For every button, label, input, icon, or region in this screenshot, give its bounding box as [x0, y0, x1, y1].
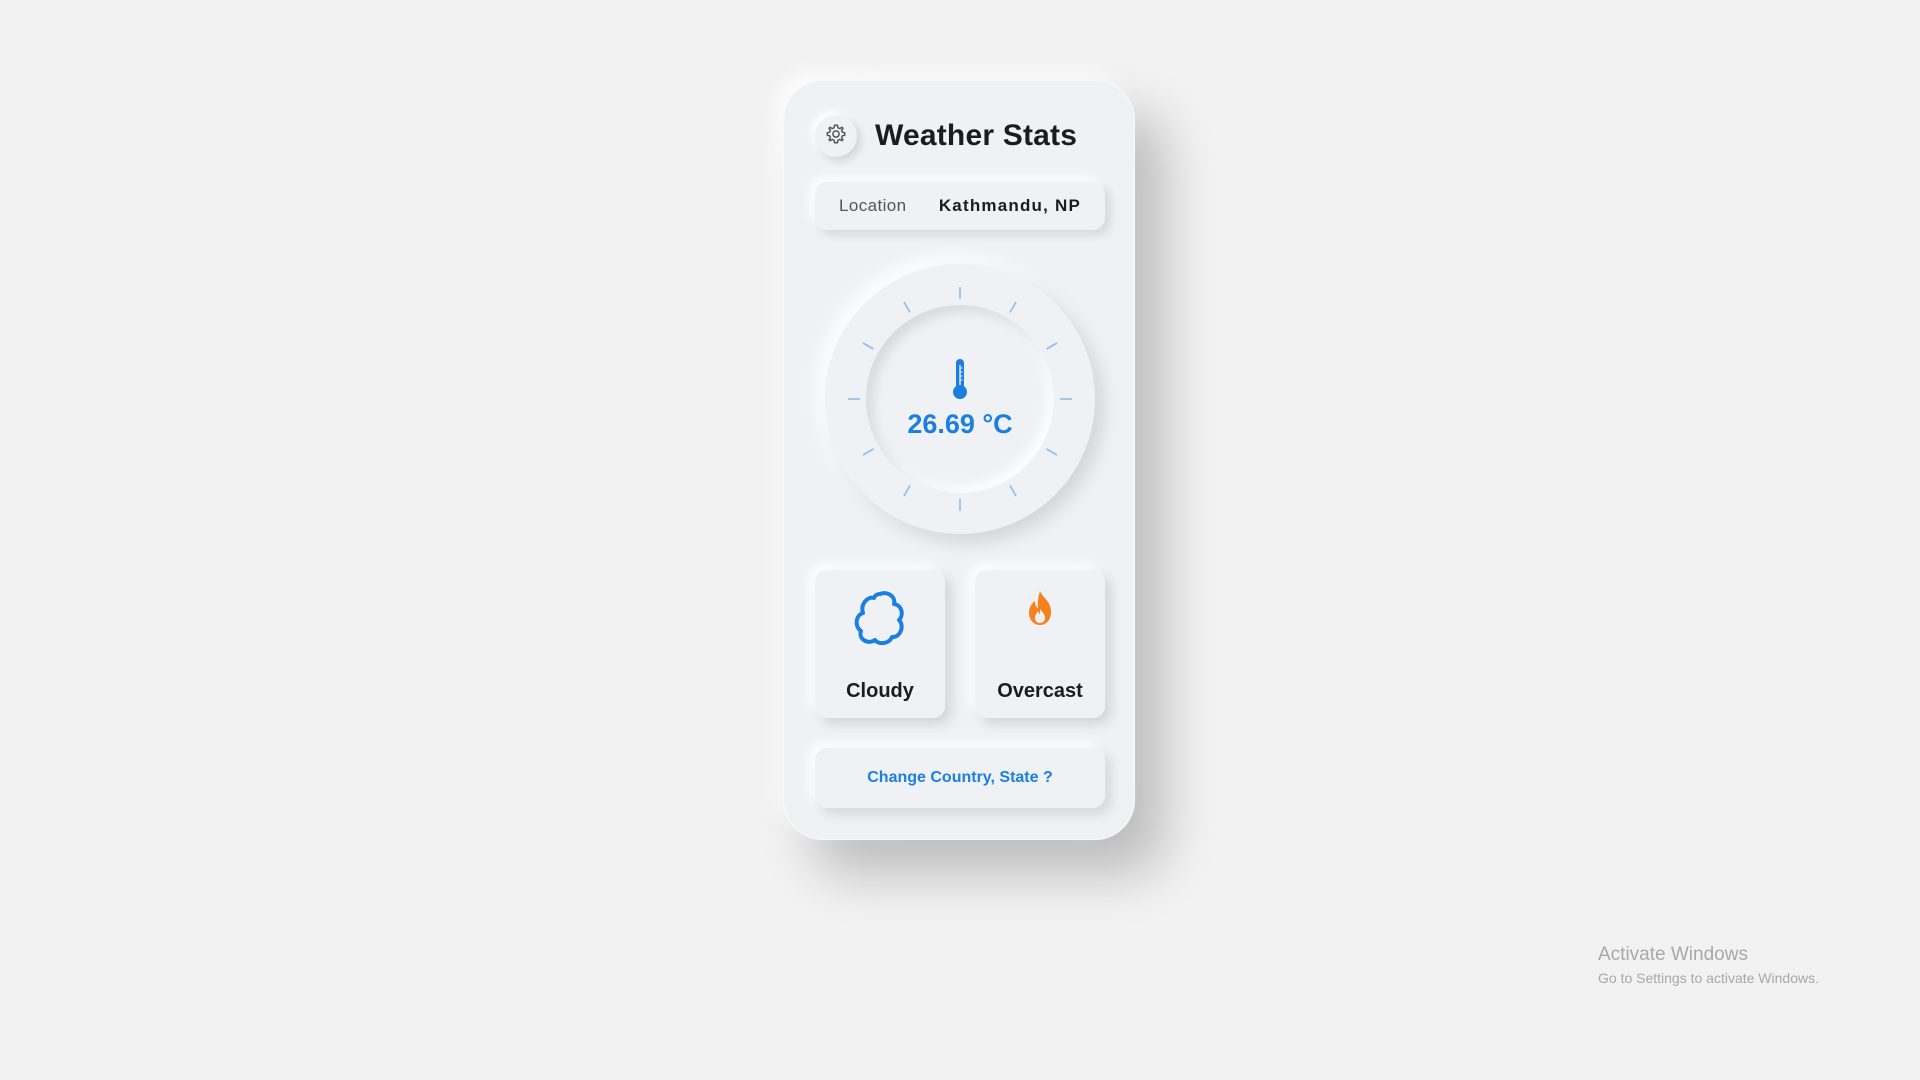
- dial-tick: [1046, 448, 1058, 456]
- dial-tick: [903, 485, 911, 497]
- card-header: Weather Stats: [815, 110, 1115, 162]
- watermark-title: Activate Windows: [1598, 944, 1748, 965]
- change-location-button[interactable]: Change Country, State ?: [815, 748, 1105, 808]
- dial-center: 26.69 °C: [866, 305, 1054, 493]
- gear-icon: [825, 123, 847, 150]
- dial-tick: [1009, 485, 1017, 497]
- desktop: Weather Stats Location Kathmandu, NP 26.…: [0, 0, 1920, 1080]
- condition-tile-overcast[interactable]: Overcast: [975, 570, 1105, 718]
- cloud-icon: [852, 588, 908, 653]
- dial-tick: [1009, 301, 1017, 313]
- dial-tick: [862, 448, 874, 456]
- weather-card: Weather Stats Location Kathmandu, NP 26.…: [783, 80, 1135, 840]
- temperature-value: 26.69 °C: [907, 409, 1013, 439]
- location-value: Kathmandu, NP: [938, 196, 1081, 215]
- location-label: Location: [839, 196, 907, 215]
- thermometer-icon: [948, 357, 972, 406]
- dial-tick: [903, 301, 911, 313]
- os-activation-watermark: Activate Windows Go to Settings to activ…: [1598, 944, 1819, 986]
- dial-tick: [1046, 342, 1058, 350]
- flame-icon: [1023, 588, 1057, 633]
- location-bar: Location Kathmandu, NP: [815, 182, 1105, 230]
- settings-button[interactable]: [815, 115, 857, 157]
- condition-label: Cloudy: [846, 680, 914, 702]
- condition-label: Overcast: [997, 680, 1083, 702]
- page-title: Weather Stats: [875, 119, 1078, 152]
- watermark-subtitle: Go to Settings to activate Windows.: [1598, 970, 1819, 986]
- condition-tile-cloudy[interactable]: Cloudy: [815, 570, 945, 718]
- temperature-dial: 26.69 °C: [825, 264, 1095, 534]
- dial-tick: [862, 342, 874, 350]
